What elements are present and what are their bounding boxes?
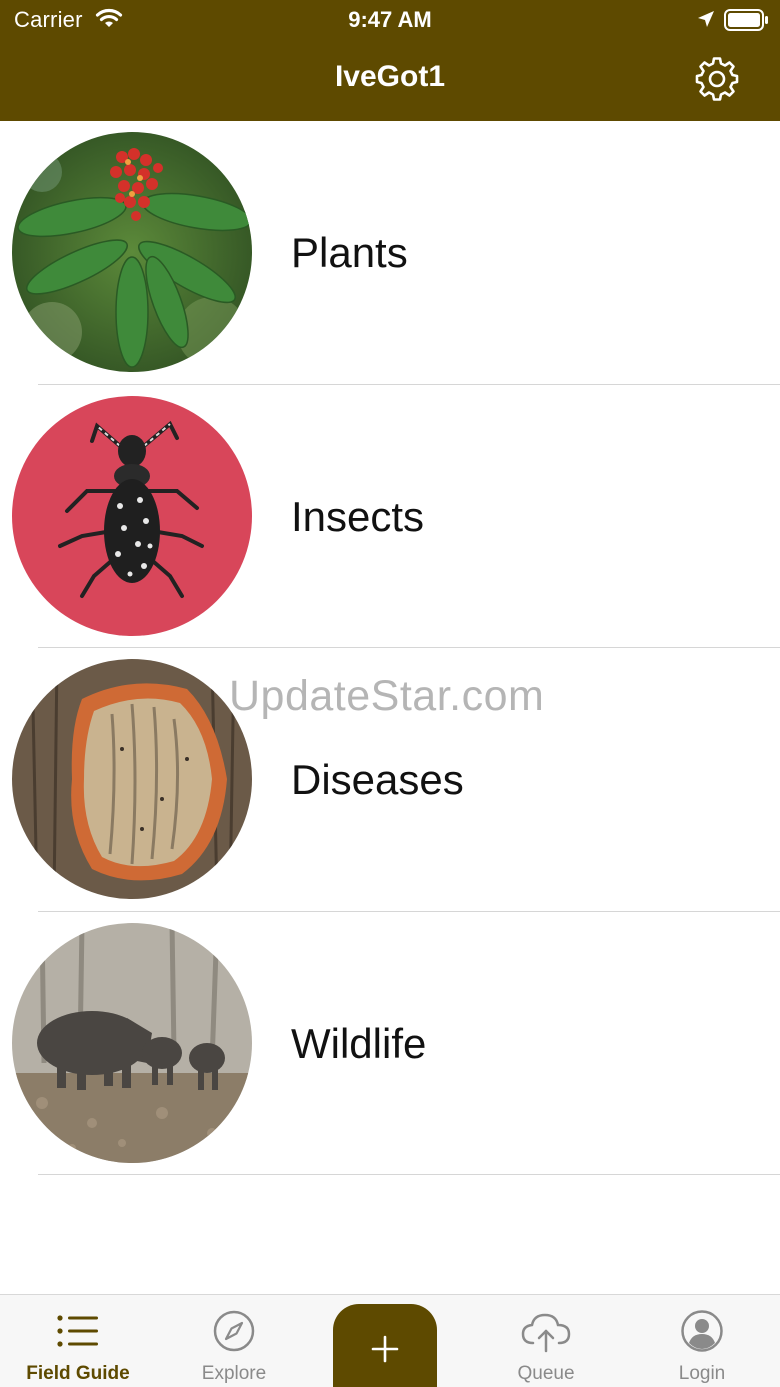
list-icon	[57, 1315, 98, 1347]
compass-icon	[213, 1310, 255, 1352]
tab-label: Login	[678, 1363, 726, 1384]
battery-icon	[724, 8, 770, 37]
tab-field-guide[interactable]: Field Guide	[0, 1295, 156, 1387]
category-row-insects[interactable]: Insects	[0, 385, 780, 648]
plant-photo	[12, 132, 252, 372]
tree-bark-disease-photo	[12, 659, 252, 899]
category-label: Plants	[291, 229, 408, 276]
app-header: Carrier 9:47 AM IveGot1	[0, 0, 780, 121]
settings-button[interactable]	[694, 56, 740, 102]
tab-queue[interactable]: Queue	[468, 1295, 624, 1387]
row-divider	[38, 1174, 780, 1175]
tab-label: Explore	[201, 1363, 267, 1384]
watermark-text: UpdateStar.com	[229, 672, 545, 720]
tab-label: Field Guide	[26, 1363, 130, 1384]
user-icon	[681, 1310, 723, 1352]
gear-icon	[695, 57, 739, 101]
add-report-button[interactable]	[333, 1304, 437, 1387]
page-title: IveGot1	[334, 60, 446, 93]
category-label: Diseases	[291, 756, 464, 803]
category-label: Wildlife	[291, 1019, 427, 1067]
category-list: Plants Insects Diseases Wildlife	[0, 121, 780, 1175]
beetle-photo	[12, 395, 252, 636]
status-time: 9:47 AM	[348, 7, 432, 32]
cloud-upload-icon	[521, 1313, 571, 1353]
status-bar: Carrier 9:47 AM	[0, 0, 780, 40]
tab-login[interactable]: Login	[624, 1295, 780, 1387]
tab-label: Queue	[517, 1363, 575, 1384]
tab-explore[interactable]: Explore	[156, 1295, 312, 1387]
category-row-wildlife[interactable]: Wildlife	[0, 912, 780, 1175]
location-arrow-icon	[696, 9, 716, 34]
category-label: Insects	[291, 492, 425, 540]
plus-icon	[371, 1335, 399, 1363]
wild-boar-photo	[12, 922, 252, 1163]
category-row-plants[interactable]: Plants	[0, 121, 780, 385]
